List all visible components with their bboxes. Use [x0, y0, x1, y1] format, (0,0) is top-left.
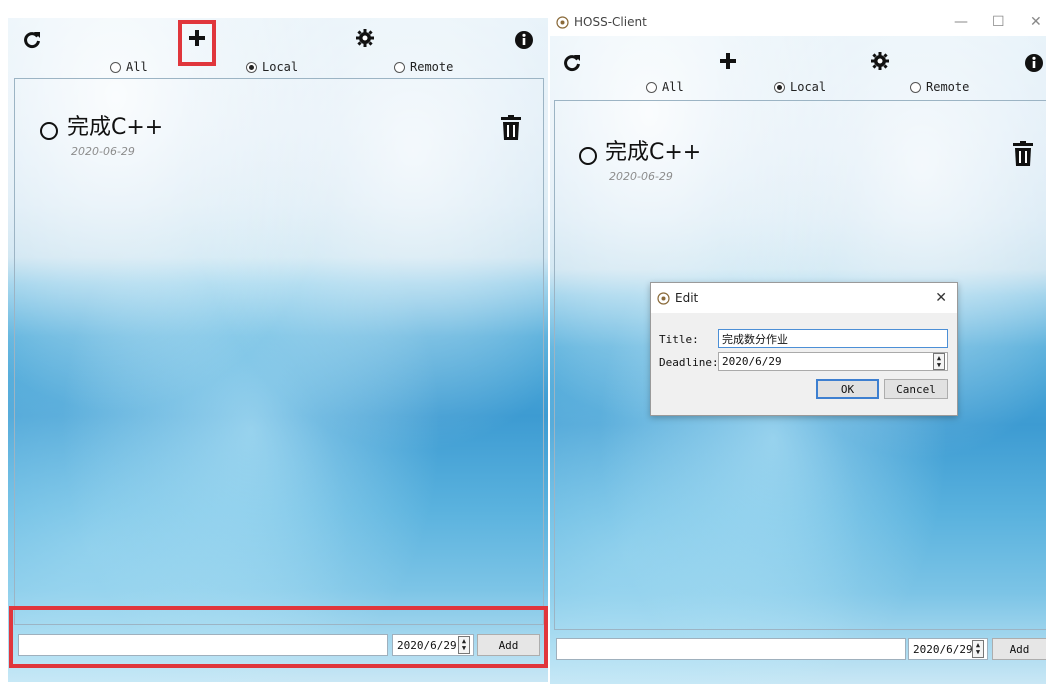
radio-dot-selected [774, 81, 785, 93]
deadline-picker[interactable]: 2020/6/29 ▲ ▼ [392, 634, 474, 656]
task-date: 2020-06-29 [609, 170, 673, 183]
filter-remote-label: Remote [926, 80, 970, 94]
info-button[interactable] [512, 28, 536, 52]
task-date: 2020-06-29 [71, 145, 135, 158]
app-icon [556, 15, 569, 29]
plus-icon [720, 53, 736, 69]
trash-icon[interactable] [1012, 141, 1034, 167]
window-titlebar: HOSS-Client [550, 8, 1046, 36]
task-complete-toggle[interactable] [40, 122, 58, 140]
deadline-input-value: 2020/6/29 [722, 355, 782, 368]
app-icon [657, 291, 670, 305]
add-button[interactable]: Add [992, 638, 1046, 660]
right-app-window: HOSS-Client — ☐ ✕ All Local Remote 完成C++… [550, 8, 1046, 684]
filter-all[interactable]: All [646, 80, 684, 94]
task-list: 完成C++ 2020-06-29 [14, 78, 544, 625]
radio-dot [910, 81, 921, 93]
ok-button[interactable]: OK [816, 379, 879, 399]
filter-all-label: All [126, 60, 148, 74]
settings-button[interactable] [353, 26, 377, 50]
refresh-icon [24, 32, 40, 49]
cancel-button[interactable]: Cancel [884, 379, 948, 399]
left-app-window: All Local Remote 完成C++ 2020-06-29 2020/6… [8, 18, 548, 682]
date-spinner[interactable]: ▲ ▼ [458, 636, 470, 654]
filter-all[interactable]: All [110, 60, 148, 74]
gear-icon [871, 52, 889, 70]
filter-local-label: Local [262, 60, 299, 74]
dialog-title: Edit [675, 291, 699, 305]
edit-dialog: Edit ✕ Title: 完成数分作业 Deadline: 2020/6/29… [650, 282, 958, 416]
refresh-button[interactable] [20, 28, 44, 52]
deadline-value: 2020/6/29 [397, 638, 457, 652]
close-button[interactable]: ✕ [1030, 14, 1042, 30]
filter-remote[interactable]: Remote [910, 80, 969, 94]
task-complete-toggle[interactable] [579, 147, 597, 165]
window-title: HOSS-Client [574, 15, 647, 29]
filter-local[interactable]: Local [774, 80, 826, 94]
new-task-input[interactable] [18, 634, 388, 656]
title-input[interactable]: 完成数分作业 [718, 329, 948, 348]
radio-dot [110, 61, 121, 73]
settings-button[interactable] [868, 49, 892, 73]
info-icon [1025, 54, 1043, 72]
radio-dot [394, 61, 405, 73]
deadline-label: Deadline: [659, 356, 719, 369]
task-title: 完成C++ [605, 140, 702, 165]
title-label: Title: [659, 333, 699, 346]
gear-icon [356, 29, 374, 47]
info-button[interactable] [1022, 51, 1046, 75]
new-task-input[interactable] [556, 638, 906, 660]
minimize-button[interactable]: — [954, 14, 968, 30]
filter-remote[interactable]: Remote [394, 60, 453, 74]
refresh-icon [564, 55, 580, 72]
filter-all-label: All [662, 80, 684, 94]
dialog-titlebar: Edit [651, 283, 957, 313]
deadline-value: 2020/6/29 [913, 642, 973, 656]
trash-icon[interactable] [500, 115, 522, 141]
add-task-button[interactable] [716, 49, 740, 73]
maximize-button[interactable]: ☐ [992, 14, 1005, 30]
filter-local-label: Local [790, 80, 827, 94]
radio-dot-selected [246, 61, 257, 73]
radio-dot [646, 81, 657, 93]
filter-remote-label: Remote [410, 60, 454, 74]
date-spinner[interactable]: ▲ ▼ [933, 353, 945, 370]
add-button-highlight [178, 20, 216, 66]
deadline-picker[interactable]: 2020/6/29 ▲ ▼ [908, 638, 988, 660]
info-icon [515, 31, 533, 49]
deadline-input[interactable]: 2020/6/29 ▲ ▼ [718, 352, 948, 371]
refresh-button[interactable] [560, 51, 584, 75]
date-spinner[interactable]: ▲ ▼ [972, 640, 984, 658]
filter-local[interactable]: Local [246, 60, 298, 74]
task-title: 完成C++ [67, 115, 164, 140]
add-button[interactable]: Add [477, 634, 540, 656]
dialog-close-button[interactable]: ✕ [935, 290, 947, 306]
